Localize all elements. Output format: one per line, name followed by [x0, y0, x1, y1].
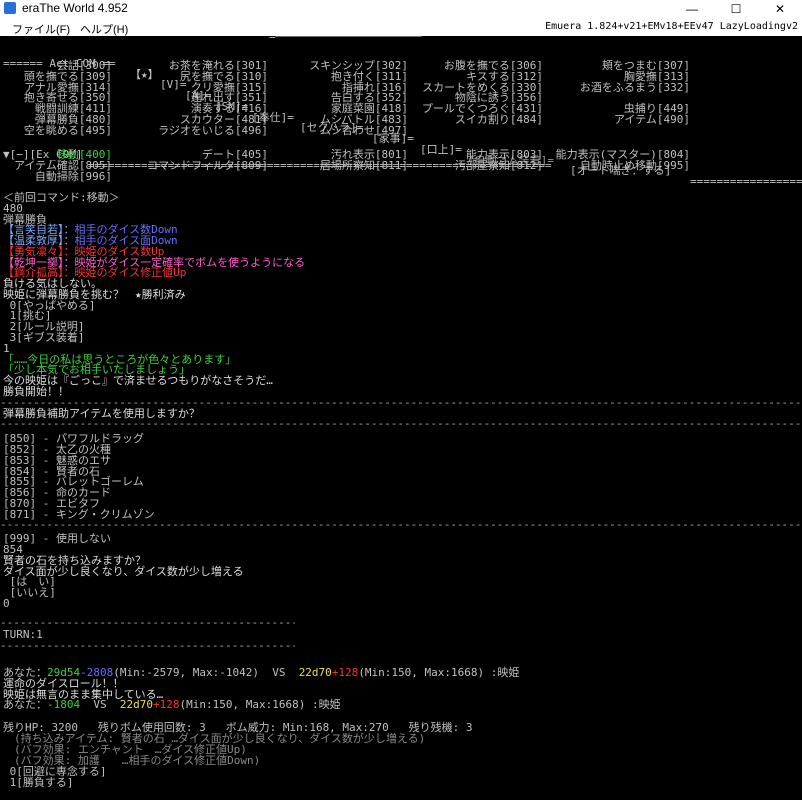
act-tab-kojo[interactable]: [口上]=	[420, 144, 462, 156]
choice-fight[interactable]: 1[勝負する]	[3, 777, 74, 789]
minimize-button[interactable]: —	[670, 0, 714, 18]
command-label: 自動時止め移動[995]	[579, 158, 690, 172]
title-bar: eraThe World 4.952 — ☐ ✕	[0, 0, 802, 18]
ex-com-header: ▼[−][Ex_COM] ===========================…	[0, 139, 552, 171]
dice-line-2: あなた：-1804 VS 22d70+128(Min:150, Max:1668…	[3, 698, 341, 711]
minimize-icon: —	[686, 2, 698, 16]
command-label: アイテム[490]	[613, 112, 690, 126]
act-tab-favorite[interactable]: 【★】	[130, 69, 159, 81]
act-com-header: ====== Act_COM == 【★】 [V]= [A]= [SM]= [奉…	[0, 48, 802, 187]
battle-start: 勝負開始！！	[3, 385, 69, 398]
choice-no[interactable]: [いいえ]	[3, 587, 56, 599]
menu-file[interactable]: ファイル(F)	[12, 21, 70, 37]
command-label: コマンドフィルタ[809]	[147, 158, 268, 172]
choice-gibs[interactable]: 3[ギブス装着]	[3, 332, 85, 344]
menu-bar: ファイル(F) ヘルプ(H) Emuera 1.824+v21+EMv18+EE…	[0, 18, 802, 36]
input-echo-0: 0	[3, 597, 10, 610]
app-icon	[4, 2, 16, 14]
command-label: お酒をふるまう[332]	[579, 80, 690, 94]
version-label: Emuera 1.824+v21+EMv18+EEv47 LazyLoading…	[545, 21, 798, 32]
turn-label: TURN:1	[3, 628, 43, 641]
divider: ----------------------------------------…	[0, 419, 802, 430]
command-label: ムシ合わせ[497]	[319, 123, 408, 137]
command-label: 自動掃除[996]	[34, 169, 112, 183]
maximize-button[interactable]: ☐	[714, 0, 758, 18]
divider: ----------------------------------------…	[0, 641, 295, 652]
menu-help[interactable]: ヘルプ(H)	[80, 21, 128, 37]
maximize-icon: ☐	[730, 2, 742, 16]
command-label: 空を眺める[495]	[23, 123, 112, 137]
command-label: スイカ割り[484]	[454, 112, 543, 126]
window-title: eraThe World 4.952	[22, 1, 128, 15]
close-button[interactable]: ✕	[758, 0, 802, 18]
divider: ----------------------------------------…	[0, 520, 802, 531]
act-header-trail: ========================	[690, 175, 802, 188]
console-output: ====== Act_COM == 【★】 [V]= [A]= [SM]= [奉…	[0, 40, 802, 800]
command-label: ラジオをいじる[496]	[158, 123, 268, 137]
command-label: 汚部屋察知[812]	[454, 158, 543, 172]
command-label: 居場所察知[811]	[319, 158, 408, 172]
close-icon: ✕	[774, 2, 786, 16]
divider: ----------------------------------------…	[0, 618, 295, 629]
